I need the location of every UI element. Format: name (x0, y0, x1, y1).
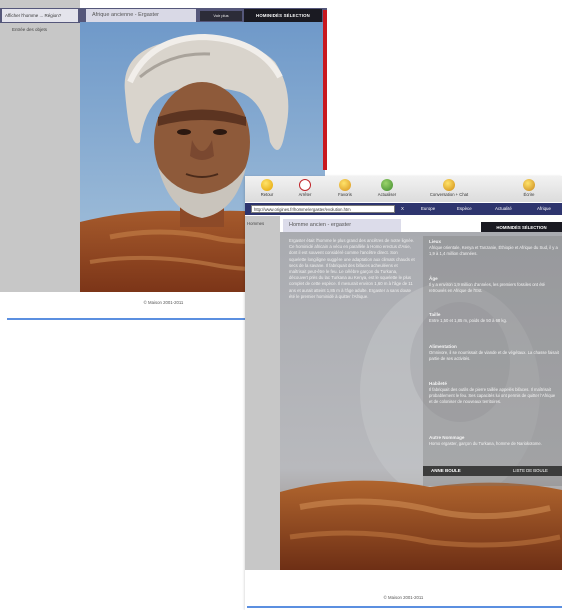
fact-item: Âge Il y a environ 1,9 million d'années,… (429, 276, 559, 294)
author-list-link[interactable]: LISTE DE BOULE (513, 468, 548, 473)
nav-europe[interactable]: Europe (421, 205, 435, 213)
status-line (247, 606, 562, 608)
write-icon (523, 179, 535, 191)
toolbar-button-refresh[interactable]: Actualiser (369, 178, 405, 202)
stop-icon (299, 179, 311, 191)
fact-item: Taille Entre 1,50 et 1,85 m, poids de 50… (429, 312, 559, 324)
sidebar (245, 216, 280, 570)
toolbar-button-stop[interactable]: Arrêter (287, 178, 323, 202)
fact-text: Il fabriquait des outils de pierre taill… (429, 387, 556, 404)
nav-actualite[interactable]: Actualité (495, 205, 512, 213)
fact-text: Afrique orientale, Kenya et Tanzanie, Ét… (429, 245, 558, 256)
fact-text: Homo ergaster, garçon du Turkana, homme … (429, 441, 542, 446)
url-input[interactable]: http://www.origines.fr/homme/ergaster/ev… (251, 205, 395, 213)
tab-search[interactable]: Afficher l'homme ... Région? (2, 9, 78, 22)
chat-icon (443, 179, 455, 191)
toolbar-button-back[interactable]: Retour (249, 178, 285, 202)
article-text: Ergaster était l'homme le plus grand des… (289, 238, 415, 299)
nav-close[interactable]: X (401, 205, 404, 213)
sidebar-label[interactable]: Hommes (247, 221, 264, 226)
page-title-tab[interactable]: Afrique ancienne - Ergaster (86, 9, 196, 22)
fact-text: Il y a environ 1,9 million d'années, les… (429, 282, 546, 293)
browser-window-front: Retour Arrêter Favoris Actualiser Conver… (245, 176, 562, 610)
fact-text: Entre 1,50 et 1,85 m, poids de 50 à 68 k… (429, 318, 507, 323)
copyright-footer: © Maison 2001-2011 (383, 595, 424, 600)
sidebar-label[interactable]: Entrée des objets (12, 27, 47, 32)
fact-item: Alimentation Omnivore, il se nourrissait… (429, 344, 559, 362)
hominid-selection-button[interactable]: HOMINIDÉS SÉLECTION (244, 9, 322, 22)
sidebar (0, 0, 80, 292)
toolbar-button-favorites[interactable]: Favoris (327, 178, 363, 202)
page-title-tab[interactable]: Homme ancien - ergaster (283, 219, 401, 232)
fact-item: Habileté Il fabriquait des outils de pie… (429, 381, 559, 405)
nav-afrique[interactable]: Afrique (537, 205, 551, 213)
back-arrow-icon (261, 179, 273, 191)
toolbar-button-chat[interactable]: Conversation + Chat (421, 178, 477, 202)
toolbar-button-write[interactable]: Écrire (511, 178, 547, 202)
favorites-icon (339, 179, 351, 191)
fact-text: Omnivore, il se nourrissait de viande et… (429, 350, 559, 361)
browser-toolbar: Retour Arrêter Favoris Actualiser Conver… (245, 176, 562, 202)
nav-espece[interactable]: Espèce (457, 205, 472, 213)
tab-more[interactable]: Voir plus (200, 11, 242, 21)
fact-item: Lieux Afrique orientale, Kenya et Tanzan… (429, 239, 559, 257)
author-name: ANNE BOULE (431, 468, 461, 473)
scroll-indicator (323, 10, 327, 170)
refresh-icon (381, 179, 393, 191)
fact-item: Autre Nommage Homo ergaster, garçon du T… (429, 435, 559, 447)
